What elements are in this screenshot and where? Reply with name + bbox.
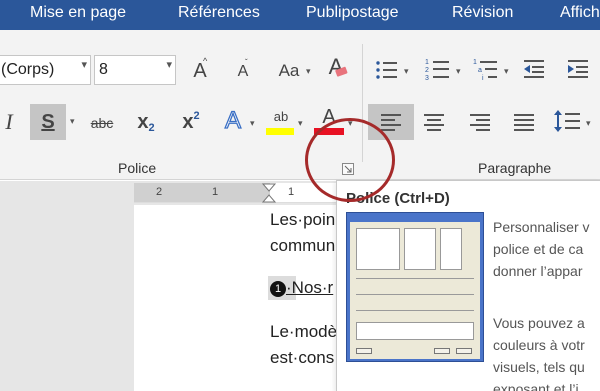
preview-divider xyxy=(356,278,474,279)
strikethrough-icon: abc xyxy=(90,115,114,131)
doc-line: Le·modè xyxy=(270,322,338,341)
grow-font-button[interactable]: A ^ xyxy=(188,56,212,84)
text-effects-button[interactable]: A xyxy=(220,106,246,136)
subscript-digit: 2 xyxy=(148,122,155,134)
superscript-icon: x xyxy=(182,110,194,133)
police-group-label: Police xyxy=(118,160,157,176)
subscript-icon: x xyxy=(137,110,149,133)
ribbon-tab-bar: Mise en page Références Publipostage Rév… xyxy=(0,0,600,30)
numbering-icon[interactable]: 1 2 3 xyxy=(424,56,452,82)
ruler-number: 2 xyxy=(156,186,163,198)
chevron-down-icon[interactable]: ▾ xyxy=(250,118,255,129)
tab-publipostage[interactable]: Publipostage xyxy=(306,4,399,22)
chevron-down-icon[interactable]: ▾ xyxy=(504,66,509,77)
dialog-preview-body xyxy=(350,222,480,359)
justify-icon[interactable] xyxy=(512,112,536,132)
svg-text:3: 3 xyxy=(425,75,429,82)
tooltip-text-line: Personnaliser v xyxy=(493,219,590,235)
font-size-combo[interactable]: 8 ▾ xyxy=(94,55,176,85)
caret-up-icon: ^ xyxy=(203,56,208,66)
heading-text: ·Nos·r xyxy=(286,278,334,297)
chevron-down-icon[interactable]: ▾ xyxy=(586,118,591,129)
multilevel-list-icon[interactable]: 1 a i xyxy=(472,56,500,82)
strikethrough-button[interactable]: abc xyxy=(88,110,116,136)
font-name-value: (Corps) xyxy=(1,61,55,78)
subscript-button[interactable]: x 2 xyxy=(133,108,159,136)
paragraphe-group-label: Paragraphe xyxy=(478,160,552,176)
number-bullet: 1 xyxy=(270,280,286,297)
chevron-down-icon[interactable]: ▾ xyxy=(306,66,311,77)
align-right-icon[interactable] xyxy=(468,112,492,132)
annotation-circle xyxy=(305,118,395,202)
tooltip-text-line: couleurs à votr xyxy=(493,337,585,353)
underline-button[interactable]: S xyxy=(30,104,66,140)
indent-marker-icon[interactable] xyxy=(262,183,276,203)
font-dialog-preview xyxy=(346,212,484,362)
clear-formatting-button[interactable]: A xyxy=(320,52,352,82)
chevron-down-icon[interactable]: ▾ xyxy=(166,58,172,71)
preview-button xyxy=(434,348,450,354)
tooltip-text-line: donner l’appar xyxy=(493,263,583,279)
ruler-number: 1 xyxy=(212,186,219,198)
svg-text:1: 1 xyxy=(425,59,429,66)
tooltip-text-line: visuels, tels qu xyxy=(493,359,585,375)
tab-affichage[interactable]: Affich xyxy=(560,4,600,22)
italic-button[interactable]: I xyxy=(0,108,18,136)
svg-text:2: 2 xyxy=(425,67,429,74)
chevron-down-icon[interactable]: ▾ xyxy=(70,116,75,127)
increase-indent-icon[interactable] xyxy=(566,58,590,80)
chevron-down-icon[interactable]: ▾ xyxy=(456,66,461,77)
font-tooltip: Police (Ctrl+D) Personnaliser v police e… xyxy=(336,180,600,391)
tab-references[interactable]: Références xyxy=(178,4,260,22)
preview-size-list xyxy=(440,228,462,270)
preview-divider xyxy=(356,310,474,311)
superscript-digit: 2 xyxy=(193,110,200,122)
font-name-combo[interactable]: (Corps) ▾ xyxy=(0,55,91,85)
chevron-down-icon[interactable]: ▾ xyxy=(81,58,87,71)
change-case-icon: Aa xyxy=(278,61,300,80)
decrease-indent-icon[interactable] xyxy=(522,58,546,80)
shrink-font-button[interactable]: A ˇ xyxy=(232,58,254,84)
superscript-button[interactable]: x 2 xyxy=(178,108,204,136)
chevron-down-icon[interactable]: ▾ xyxy=(404,66,409,77)
svg-text:1: 1 xyxy=(473,59,477,66)
tab-mise-en-page[interactable]: Mise en page xyxy=(30,4,126,22)
preview-button xyxy=(456,348,472,354)
doc-line: Les·poin xyxy=(270,210,336,229)
doc-line: commun xyxy=(270,236,336,255)
doc-line: est·cons xyxy=(270,348,335,367)
highlight-button[interactable]: ab xyxy=(266,104,296,138)
preview-style-list xyxy=(404,228,436,270)
preview-divider xyxy=(356,294,474,295)
text-effects-icon: A xyxy=(224,106,241,134)
svg-text:a: a xyxy=(478,67,482,74)
highlight-color-swatch xyxy=(266,128,294,135)
numbered-heading: 1 ·Nos·r xyxy=(270,278,333,298)
tooltip-text-line: police et de ca xyxy=(493,241,584,257)
ruler-number: 1 xyxy=(288,186,295,198)
preview-sample-box xyxy=(356,322,474,340)
tooltip-text-line: Vous pouvez a xyxy=(493,315,585,331)
align-left-icon xyxy=(381,114,401,131)
tooltip-text-line: exposant et l’i xyxy=(493,381,579,391)
eraser-icon xyxy=(335,66,348,77)
ribbon xyxy=(0,30,600,180)
change-case-button[interactable]: Aa xyxy=(272,58,306,84)
caret-down-icon: ˇ xyxy=(245,58,248,67)
ruler-margin xyxy=(134,183,270,202)
chevron-down-icon[interactable]: ▾ xyxy=(298,118,303,129)
svg-text:i: i xyxy=(482,75,484,82)
preview-button xyxy=(356,348,372,354)
line-spacing-icon[interactable] xyxy=(552,108,582,134)
align-center-icon[interactable] xyxy=(422,112,446,132)
underline-icon: S xyxy=(41,110,55,133)
tab-revision[interactable]: Révision xyxy=(452,4,513,22)
font-size-value: 8 xyxy=(99,61,108,78)
preview-font-list xyxy=(356,228,400,270)
bullets-icon[interactable] xyxy=(374,58,400,82)
italic-icon: I xyxy=(5,109,13,134)
highlight-icon: ab xyxy=(273,108,289,124)
